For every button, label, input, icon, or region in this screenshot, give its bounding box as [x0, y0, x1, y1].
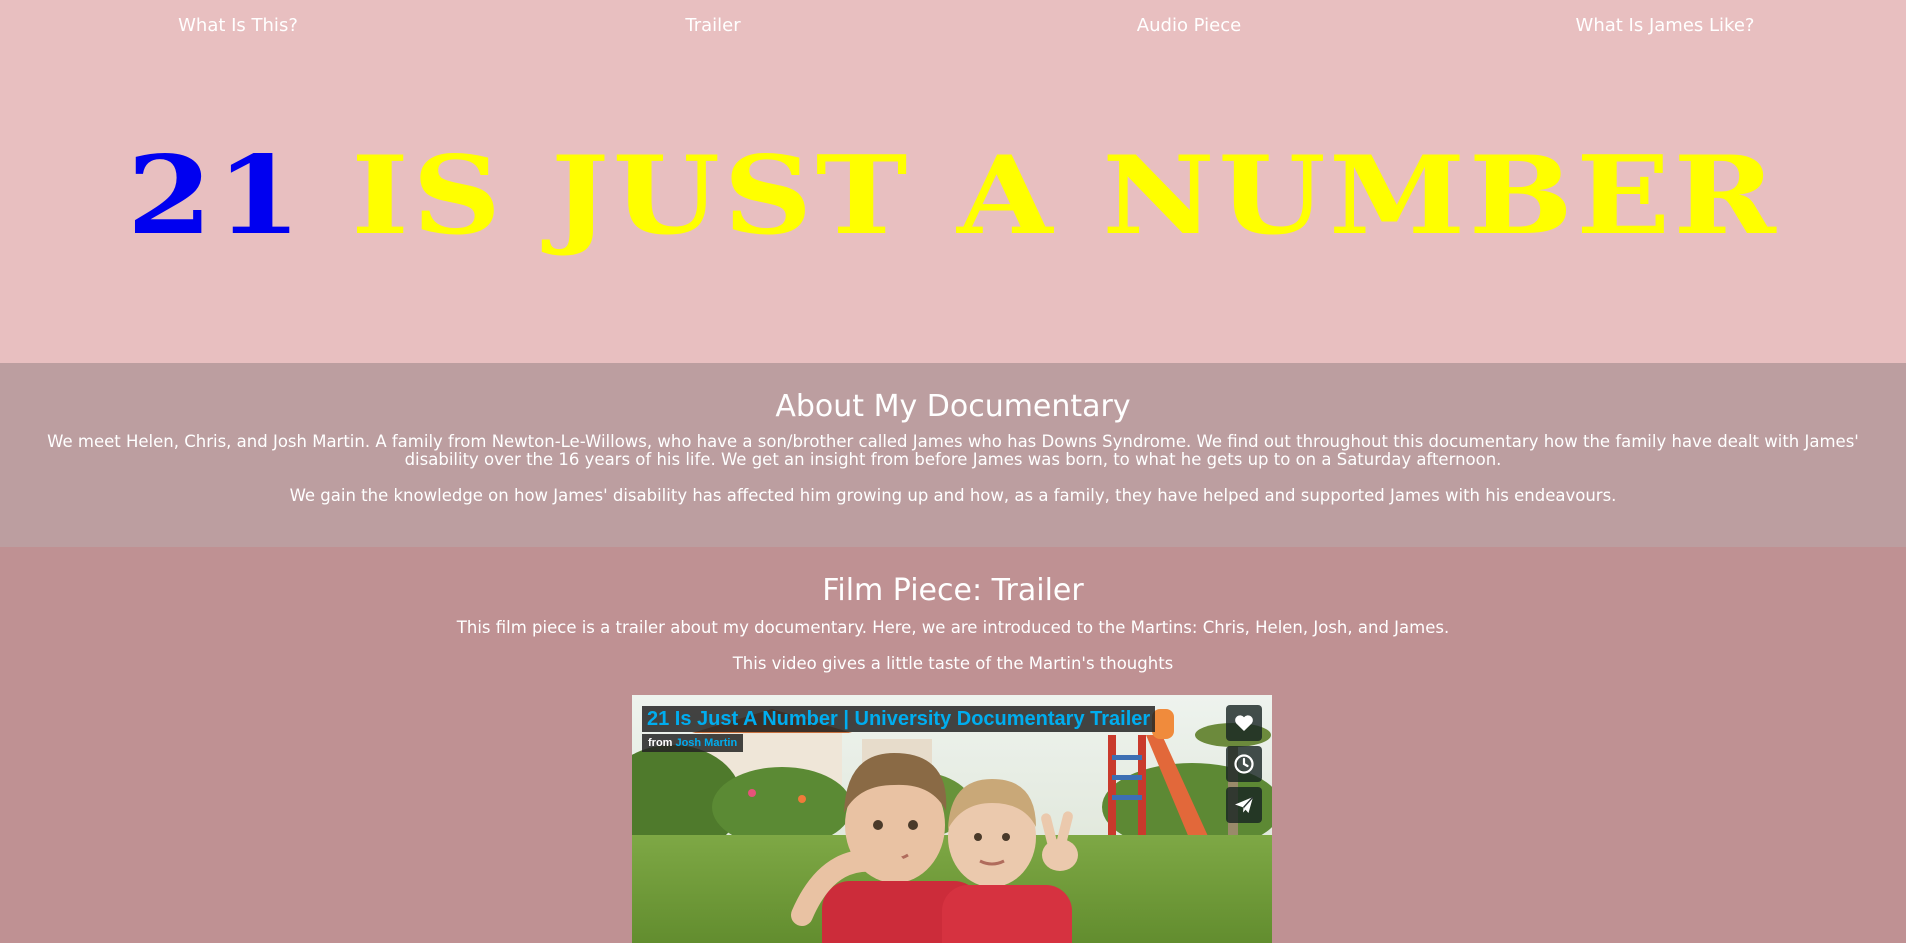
- site-title: 21 IS JUST A NUMBER: [0, 140, 1906, 252]
- video-title[interactable]: 21 Is Just A Number | University Documen…: [642, 706, 1156, 732]
- video-byline: from Josh Martin: [642, 734, 744, 752]
- trailer-paragraph-2: This video gives a little taste of the M…: [732, 654, 1174, 673]
- video-player[interactable]: 21 Is Just A Number | University Documen…: [632, 695, 1272, 943]
- nav-link-trailer[interactable]: Trailer: [563, 15, 863, 36]
- video-author-link[interactable]: Josh Martin: [675, 737, 737, 749]
- nav-link-what-is-james-like[interactable]: What Is James Like?: [1515, 15, 1815, 36]
- trailer-paragraph-1: This film piece is a trailer about my do…: [456, 618, 1450, 637]
- about-section: About My Documentary We meet Helen, Chri…: [0, 363, 1906, 547]
- site-title-text: IS JUST A NUMBER: [351, 133, 1780, 259]
- watch-later-button[interactable]: [1226, 746, 1262, 782]
- hero-banner: 21 IS JUST A NUMBER: [0, 52, 1906, 363]
- paper-plane-icon: [1235, 796, 1254, 813]
- nav-link-what-is-this[interactable]: What Is This?: [88, 15, 388, 36]
- video-thumbnail[interactable]: [632, 695, 1272, 943]
- trailer-section: Film Piece: Trailer This film piece is a…: [0, 547, 1906, 943]
- about-paragraph-1: We meet Helen, Chris, and Josh Martin. A…: [47, 432, 1859, 469]
- share-button[interactable]: [1226, 787, 1262, 823]
- nav-link-audio-piece[interactable]: Audio Piece: [1039, 15, 1339, 36]
- video-from-label: from: [648, 737, 673, 749]
- site-title-number: 21: [126, 133, 305, 259]
- clock-icon: [1234, 754, 1254, 774]
- top-navigation: What Is This? Trailer Audio Piece What I…: [0, 0, 1906, 52]
- about-heading: About My Documentary: [775, 389, 1131, 424]
- trailer-heading: Film Piece: Trailer: [822, 573, 1084, 608]
- heart-icon: [1235, 715, 1253, 731]
- about-paragraph-2: We gain the knowledge on how James' disa…: [289, 486, 1617, 505]
- like-button[interactable]: [1226, 705, 1262, 741]
